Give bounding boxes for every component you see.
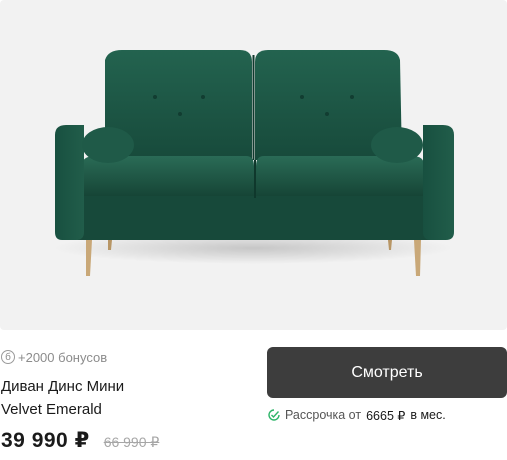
sofa-illustration <box>53 50 454 276</box>
product-image[interactable] <box>0 0 507 330</box>
product-title[interactable]: Диван Динс Мини Velvet Emerald <box>1 375 241 421</box>
check-circle-icon <box>268 409 280 421</box>
price-row: 39 990 ₽ 66 990 ₽ <box>1 428 159 454</box>
current-price: 39 990 ₽ <box>1 429 90 452</box>
bonus-text: +2000 бонусов <box>18 349 108 365</box>
installment-amount: 6665 ₽ <box>366 408 406 423</box>
bonus-coin-icon: б <box>1 350 15 364</box>
product-card[interactable]: б +2000 бонусов Диван Динс Мини Velvet E… <box>0 0 507 460</box>
installment-info: Рассрочка от 6665 ₽ в мес. <box>268 406 446 424</box>
installment-prefix: Рассрочка от <box>285 408 362 422</box>
product-title-line2: Velvet Emerald <box>1 401 102 418</box>
bonus-info: б +2000 бонусов <box>1 348 107 366</box>
installment-suffix: в мес. <box>410 408 446 422</box>
product-title-line1: Диван Динс Мини <box>1 378 125 395</box>
old-price: 66 990 ₽ <box>103 434 160 450</box>
view-button[interactable]: Смотреть <box>267 347 507 398</box>
